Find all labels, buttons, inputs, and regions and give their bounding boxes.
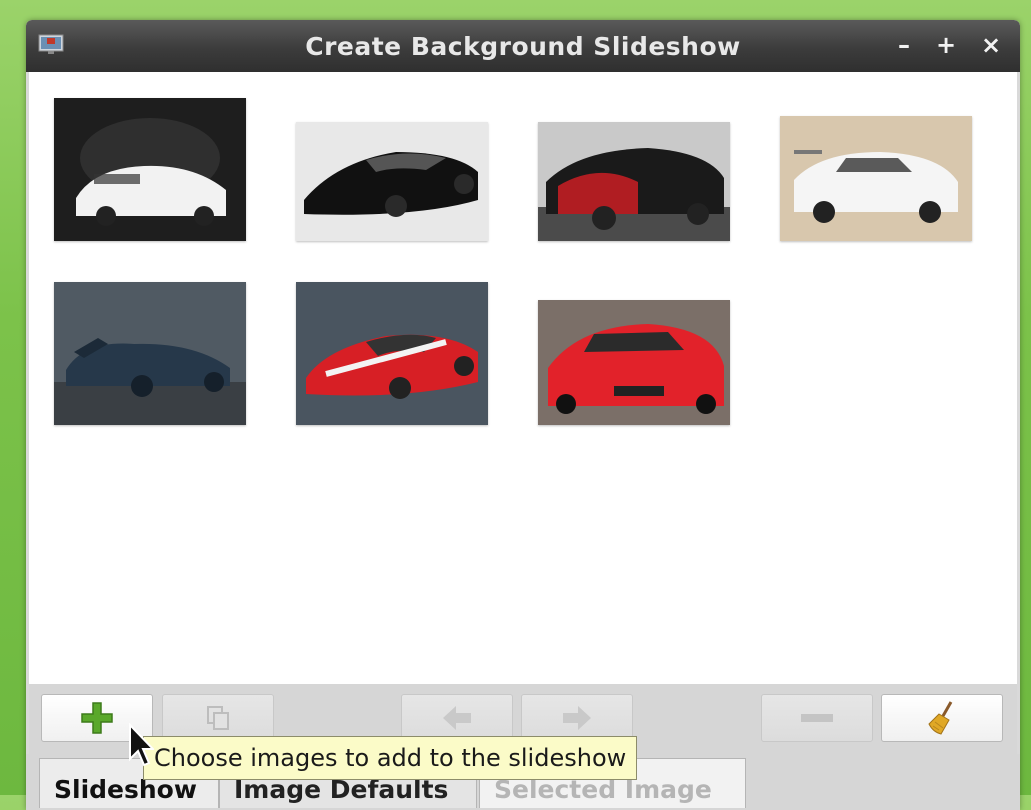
mouse-cursor-icon bbox=[129, 723, 154, 767]
image-grid bbox=[29, 72, 1017, 684]
thumbnail-image[interactable] bbox=[538, 300, 730, 425]
thumb-car-image bbox=[54, 282, 246, 425]
thumbnail-image[interactable] bbox=[538, 122, 730, 241]
plus-icon bbox=[81, 702, 113, 734]
thumb-car-image bbox=[538, 300, 730, 425]
minimize-button[interactable]: – bbox=[891, 32, 917, 58]
thumb-car-image bbox=[538, 122, 730, 241]
add-images-tooltip: Choose images to add to the slideshow bbox=[143, 736, 638, 780]
copy-button[interactable] bbox=[162, 694, 274, 742]
clear-all-button[interactable] bbox=[881, 694, 1003, 742]
maximize-button[interactable]: + bbox=[933, 32, 959, 58]
thumb-car-image bbox=[54, 98, 246, 241]
title-bar[interactable]: Create Background Slideshow – + × bbox=[26, 20, 1020, 72]
thumbnail-image[interactable] bbox=[780, 116, 972, 241]
minus-icon bbox=[801, 714, 833, 722]
copy-icon bbox=[207, 706, 229, 730]
remove-image-button[interactable] bbox=[761, 694, 873, 742]
close-button[interactable]: × bbox=[978, 32, 1004, 58]
arrow-right-icon bbox=[563, 706, 591, 730]
previous-button[interactable] bbox=[401, 694, 513, 742]
broom-icon bbox=[928, 701, 953, 735]
thumbnail-image[interactable] bbox=[296, 282, 488, 425]
arrow-left-icon bbox=[443, 706, 471, 730]
thumbnail-image[interactable] bbox=[296, 122, 488, 241]
thumb-car-image bbox=[296, 122, 488, 241]
thumbnail-image[interactable] bbox=[54, 98, 246, 241]
thumbnail-image[interactable] bbox=[54, 282, 246, 425]
next-button[interactable] bbox=[521, 694, 633, 742]
thumb-car-image bbox=[296, 282, 488, 425]
slideshow-window: Create Background Slideshow – + × Slides… bbox=[26, 20, 1020, 810]
window-title: Create Background Slideshow bbox=[305, 32, 741, 61]
thumb-car-image bbox=[780, 116, 972, 241]
